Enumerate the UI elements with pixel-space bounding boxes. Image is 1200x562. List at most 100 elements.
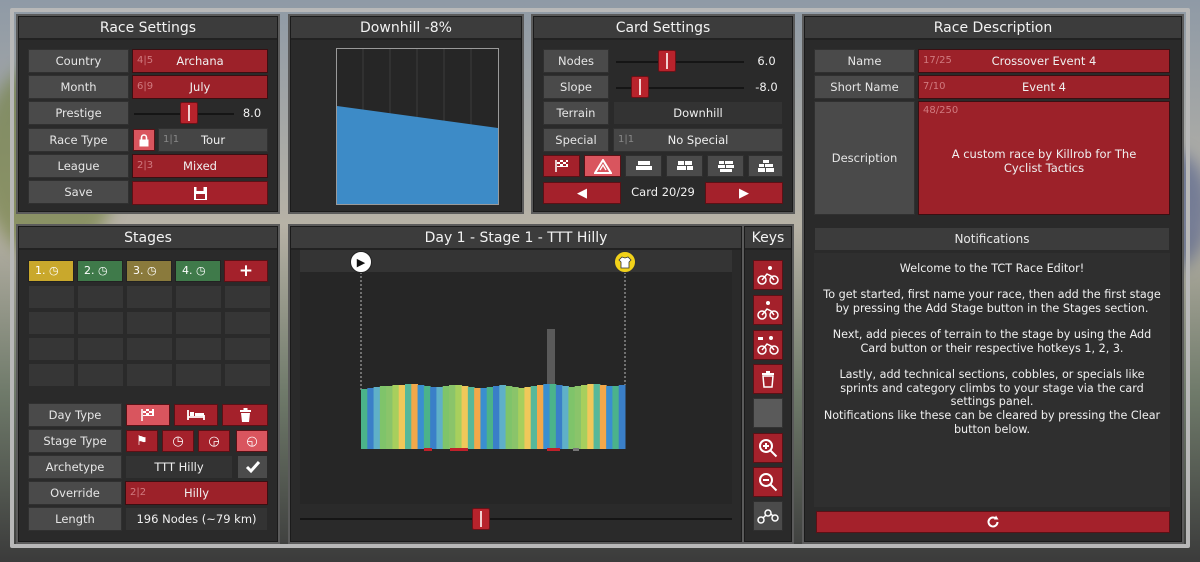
profile-segment xyxy=(530,386,538,449)
stage-grid-cell xyxy=(28,285,75,309)
stages-title: Stages xyxy=(19,227,277,250)
trash-icon[interactable] xyxy=(753,364,783,394)
checkered-flag-icon[interactable] xyxy=(543,155,580,177)
description-textarea[interactable]: 48/250 A custom race by Killrob for The C… xyxy=(918,101,1170,215)
nodes-slider-track[interactable] xyxy=(616,61,744,63)
league-select[interactable]: 2|3 Mixed xyxy=(132,154,268,178)
terrain-label: Terrain xyxy=(543,101,609,125)
previous-card-button[interactable]: ◀ xyxy=(543,182,621,204)
cobble-4-icon[interactable] xyxy=(748,155,783,177)
archetype-label: Archetype xyxy=(28,455,122,479)
notifications-header: Notifications xyxy=(814,227,1170,251)
terrain-value[interactable]: Downhill xyxy=(613,101,783,125)
league-label: League xyxy=(28,154,129,178)
stage-grid-cell xyxy=(224,337,271,361)
short-name-label: Short Name xyxy=(814,75,915,99)
special-select[interactable]: 1|1 No Special xyxy=(613,128,783,152)
profile-segment xyxy=(524,387,532,449)
notification-line-5: Notifications like these can be cleared … xyxy=(823,409,1161,436)
profile-segment xyxy=(568,387,576,449)
stage-type-itt-button[interactable]: ◷ xyxy=(162,430,194,452)
cobble-1-icon[interactable] xyxy=(625,155,662,177)
finish-jersey-icon[interactable] xyxy=(614,251,636,273)
cobble-3-icon[interactable] xyxy=(707,155,744,177)
cobble-2-icon[interactable] xyxy=(666,155,703,177)
stage-scrollbar-track[interactable] xyxy=(300,518,732,520)
clear-notifications-button[interactable] xyxy=(816,511,1170,533)
nodes-label: Nodes xyxy=(543,49,609,73)
slope-label: Slope xyxy=(543,75,609,99)
short-name-input[interactable]: 7/10 Event 4 xyxy=(918,75,1170,99)
stage-2-tab[interactable]: 2. ◷ xyxy=(77,260,123,282)
profile-segment xyxy=(587,384,595,449)
checkmark-icon xyxy=(245,461,260,474)
name-label: Name xyxy=(814,49,915,73)
jersey-icon xyxy=(618,256,632,268)
length-value: 196 Nodes (~79 km) xyxy=(125,507,268,531)
delete-day-button[interactable] xyxy=(222,404,268,426)
stage-type-ttt-button[interactable]: ◵ xyxy=(236,430,268,452)
stage-grid-cell xyxy=(77,337,124,361)
cyclist-sprint-icon[interactable] xyxy=(753,260,783,290)
floppy-disk-icon xyxy=(193,186,207,200)
blank-key[interactable] xyxy=(753,398,783,428)
race-settings-title: Race Settings xyxy=(19,17,277,40)
play-icon: ▶ xyxy=(356,255,366,269)
race-type-value: Tour xyxy=(200,133,226,147)
month-select[interactable]: 6|9 July xyxy=(132,75,268,99)
profile-segment xyxy=(474,388,481,449)
profile-segment xyxy=(398,385,406,449)
profile-segment xyxy=(361,389,368,449)
start-marker-icon[interactable]: ▶ xyxy=(350,251,372,273)
country-select[interactable]: 4|5 Archana xyxy=(132,49,268,73)
profile-segment xyxy=(436,387,444,449)
stopwatch-icon: ◷ xyxy=(49,264,59,277)
stage-3-tab[interactable]: 3. ◷ xyxy=(126,260,172,282)
zoom-in-icon[interactable] xyxy=(753,433,783,463)
save-button[interactable] xyxy=(132,181,268,205)
notification-line-1: Welcome to the TCT Race Editor! xyxy=(899,262,1085,275)
road-sign-icon[interactable] xyxy=(584,155,621,177)
route-icon[interactable] xyxy=(753,501,783,531)
profile-segment xyxy=(612,386,620,449)
special-count: 1|1 xyxy=(618,134,635,145)
race-day-button[interactable] xyxy=(126,404,170,426)
race-type-select[interactable]: 1|1 Tour xyxy=(158,128,268,152)
stage-grid-cell xyxy=(126,311,173,335)
description-label: Description xyxy=(814,101,915,215)
rest-day-button[interactable] xyxy=(174,404,218,426)
day-type-label: Day Type xyxy=(28,403,122,427)
profile-segment xyxy=(593,384,601,449)
stage-grid-cell xyxy=(224,363,271,387)
override-select[interactable]: 2|2 Hilly xyxy=(125,481,268,505)
add-stage-button[interactable]: + xyxy=(224,260,268,282)
prestige-slider-thumb[interactable] xyxy=(180,102,198,124)
zoom-out-icon[interactable] xyxy=(753,467,783,497)
cyclist-cobbles-icon[interactable] xyxy=(753,330,783,360)
profile-segment xyxy=(505,386,513,449)
stage-type-label: Stage Type xyxy=(28,429,122,453)
stage-4-label: 4. xyxy=(182,264,193,277)
lock-icon[interactable] xyxy=(133,129,155,151)
prestige-label: Prestige xyxy=(28,101,129,125)
profile-segment xyxy=(449,385,456,449)
stage-scrollbar-thumb[interactable] xyxy=(472,508,491,530)
stage-4-tab[interactable]: 4. ◷ xyxy=(175,260,221,282)
profile-segment xyxy=(511,387,519,449)
country-count: 4|5 xyxy=(137,55,154,66)
cyclist-climb-icon[interactable] xyxy=(753,295,783,325)
profile-segment xyxy=(392,385,400,449)
profile-segment xyxy=(367,388,375,449)
stage-grid-cell xyxy=(77,285,124,309)
name-input[interactable]: 17/25 Crossover Event 4 xyxy=(918,49,1170,73)
slope-slider-thumb[interactable] xyxy=(631,76,649,98)
archetype-checkbox[interactable] xyxy=(237,455,268,479)
stage-type-road-button[interactable]: ⚑ xyxy=(126,430,158,452)
next-card-button[interactable]: ▶ xyxy=(705,182,783,204)
description-count: 48/250 xyxy=(923,105,959,116)
stage-view-title: Day 1 - Stage 1 - TTT Hilly xyxy=(291,227,741,250)
short-name-value: Event 4 xyxy=(1022,80,1066,94)
stage-1-tab[interactable]: 1. ◷ xyxy=(28,260,74,282)
stage-type-prologue-button[interactable]: ◶ xyxy=(198,430,230,452)
nodes-slider-thumb[interactable] xyxy=(658,50,676,72)
